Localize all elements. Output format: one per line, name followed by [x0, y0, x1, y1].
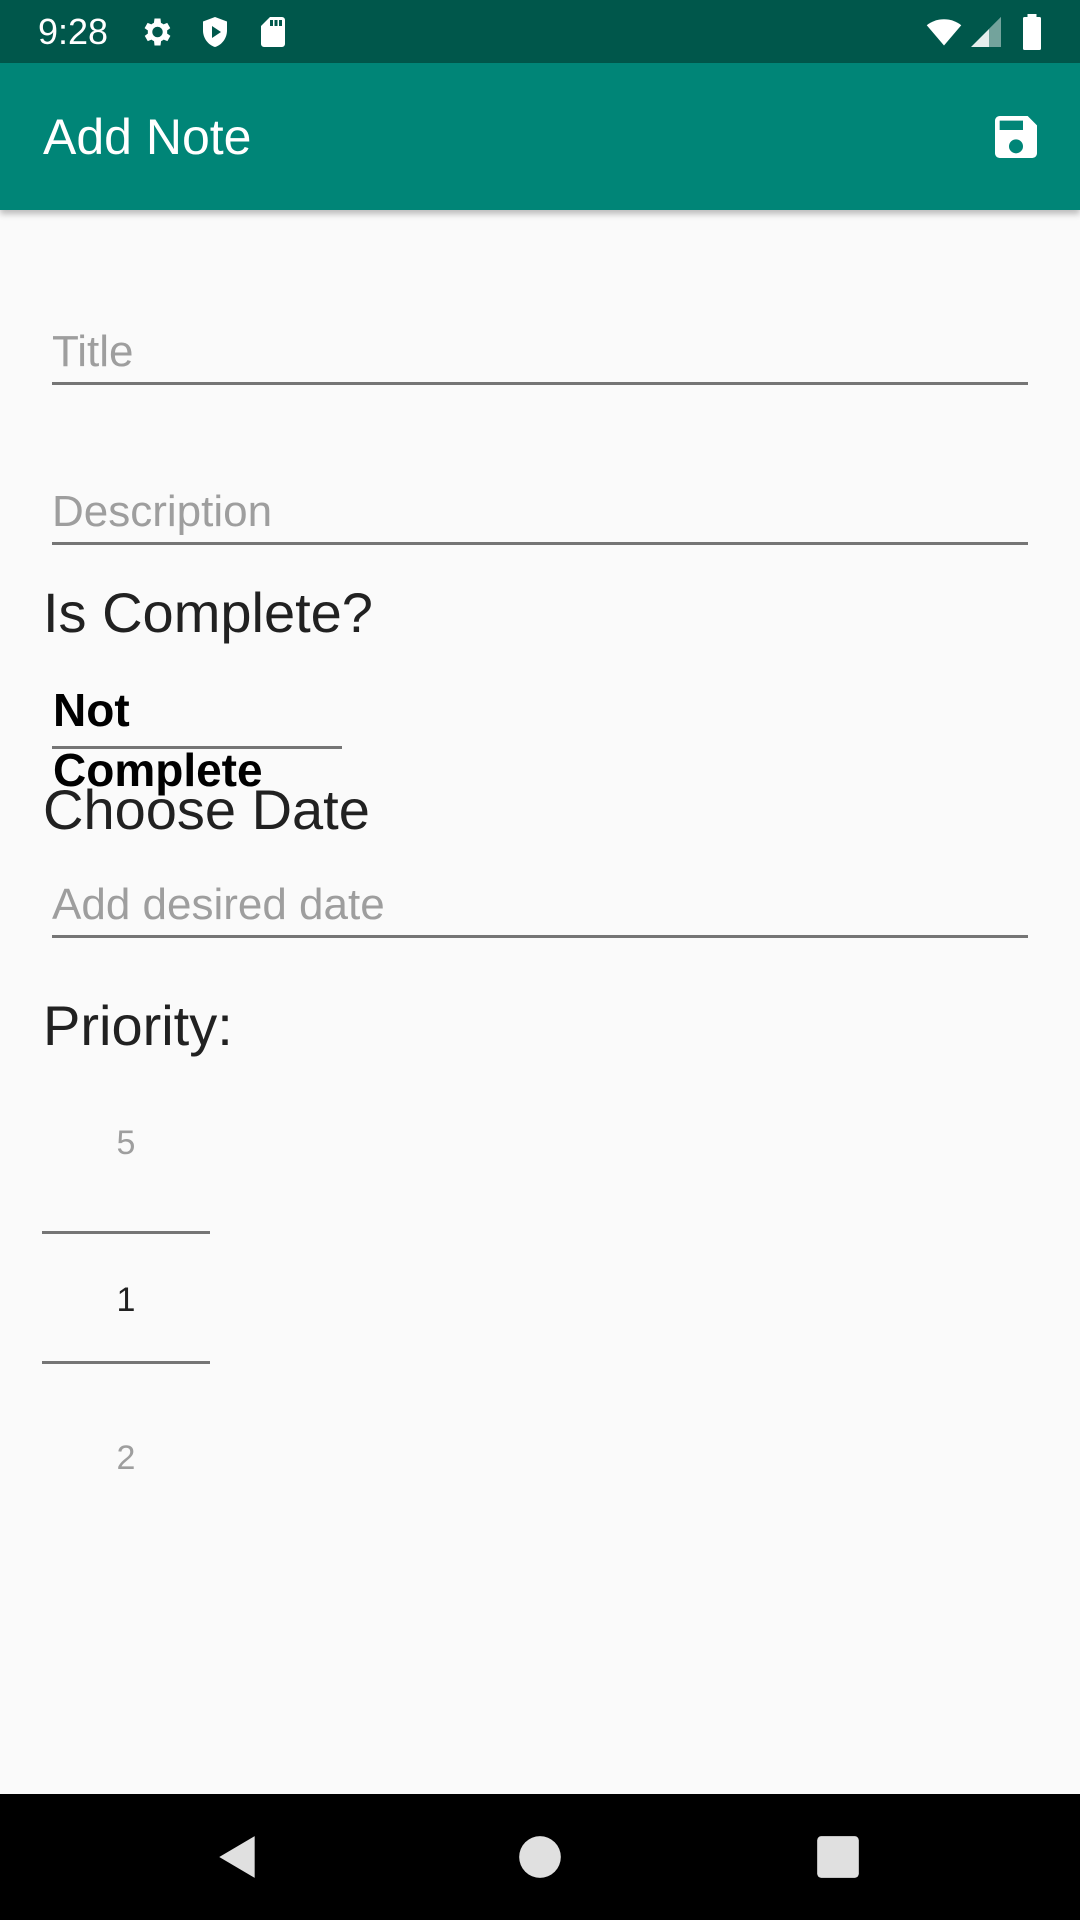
description-field[interactable]	[52, 482, 1028, 545]
priority-picker[interactable]: 5 1 2	[42, 1100, 210, 1500]
home-icon[interactable]	[515, 1832, 565, 1882]
back-icon[interactable]	[213, 1832, 263, 1882]
picker-divider-top	[42, 1231, 210, 1234]
date-field[interactable]	[52, 875, 1028, 938]
complete-spinner[interactable]: Not Complete	[52, 680, 342, 796]
complete-label: Is Complete?	[43, 581, 373, 644]
battery-icon	[1023, 14, 1041, 50]
gear-icon	[144, 18, 171, 46]
status-time: 9:28	[38, 11, 109, 52]
date-label: Choose Date	[43, 778, 370, 841]
picker-previous-value[interactable]: 5	[42, 1123, 210, 1163]
app-bar: Add Note	[0, 63, 1080, 210]
add-note-screen: 9:28 Add Note Title Description Is Compl…	[0, 0, 1080, 1920]
description-input[interactable]	[52, 482, 1028, 542]
navigation-bar	[0, 1794, 1080, 1920]
wifi-icon	[926, 19, 962, 46]
picker-selected-value[interactable]: 1	[42, 1280, 210, 1320]
shield-play-icon	[203, 17, 227, 47]
date-input[interactable]	[52, 875, 1028, 935]
picker-divider-bottom	[42, 1361, 210, 1364]
save-icon[interactable]	[988, 109, 1044, 165]
signal-icon	[971, 17, 1001, 47]
status-bar: 9:28	[0, 0, 1080, 63]
title-field[interactable]	[52, 322, 1028, 385]
recents-icon[interactable]	[813, 1832, 863, 1882]
page-title: Add Note	[43, 109, 252, 165]
title-input[interactable]	[52, 322, 1028, 382]
picker-next-value[interactable]: 2	[42, 1438, 210, 1478]
sd-card-icon	[261, 17, 285, 47]
priority-label: Priority:	[43, 994, 233, 1057]
